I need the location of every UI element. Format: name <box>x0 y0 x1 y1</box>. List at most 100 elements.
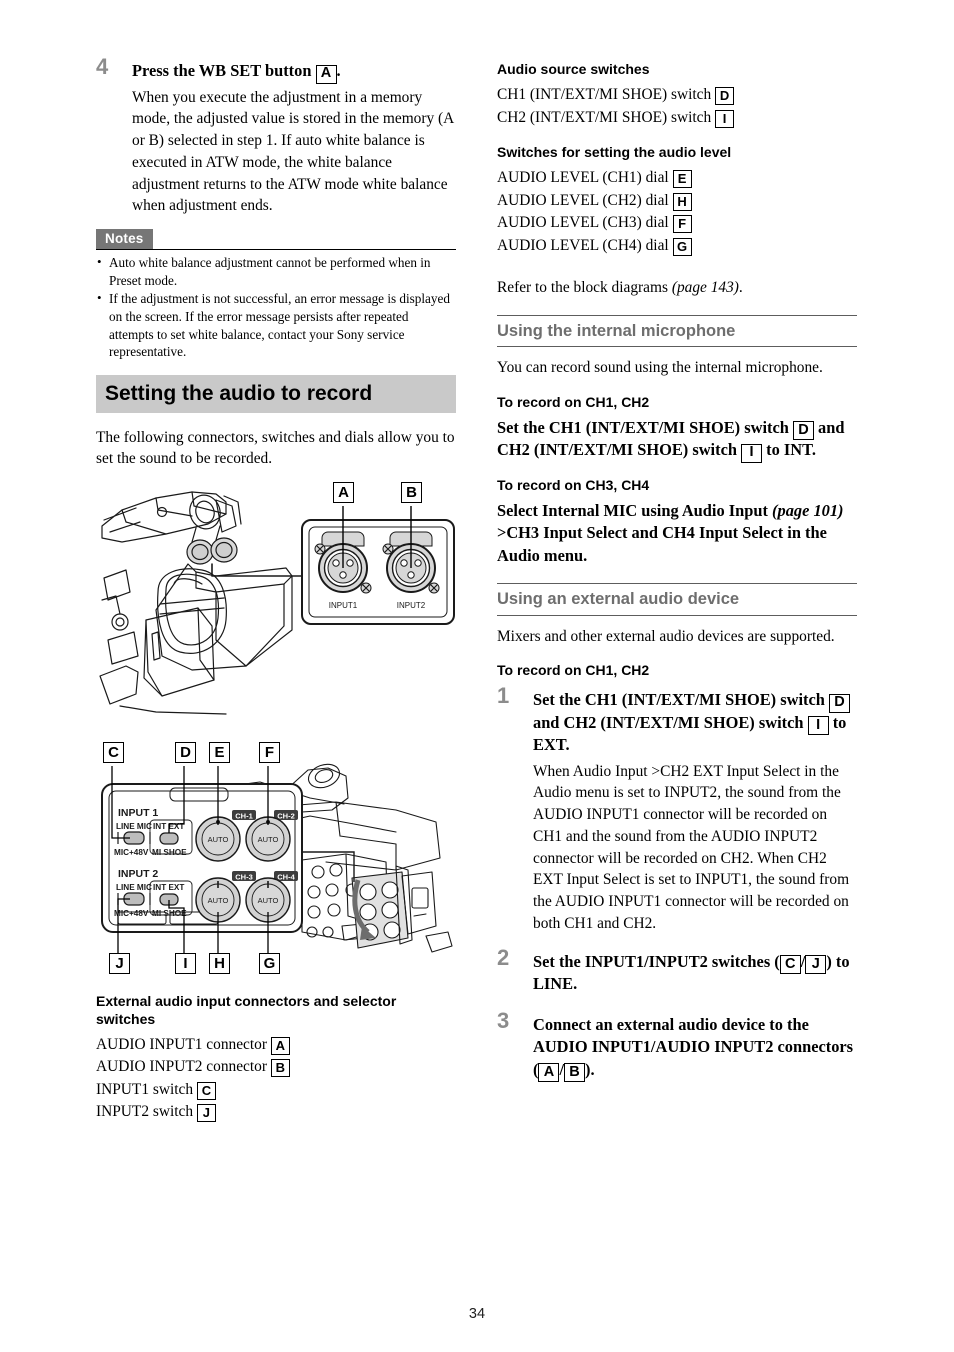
list-item-text: CH2 (INT/EXT/MI SHOE) switch <box>497 108 712 126</box>
list-item: CH1 (INT/EXT/MI SHOE) switch D <box>497 84 857 107</box>
list-item: INPUT1 switch C <box>96 1079 456 1102</box>
step-4-title-prefix: Press the WB SET button <box>132 61 316 80</box>
callout-label: G <box>672 237 692 256</box>
text-part: and CH2 (INT/EXT/MI SHOE) switch <box>533 712 808 732</box>
figure2-callout-c: C <box>103 741 124 763</box>
svg-text:MI SHOE: MI SHOE <box>152 848 187 857</box>
connector-list-heading: External audio input connectors and sele… <box>96 992 397 1027</box>
callout-label: C <box>196 1081 216 1100</box>
xlr-panel: INPUT1 INPUT2 <box>301 505 455 625</box>
callout-label: J <box>196 1104 216 1123</box>
ext-step-1-title: Set the CH1 (INT/EXT/MI SHOE) switch D a… <box>533 689 857 757</box>
internal-mic-sub2-body: Select Internal MIC using Audio Input (p… <box>497 500 857 568</box>
figure2-callout-e: E <box>209 741 230 763</box>
section-heading-setting-audio: Setting the audio to record <box>96 374 456 413</box>
step-4-title-suffix: . <box>336 61 341 80</box>
callout-label: B <box>564 1063 586 1083</box>
svg-text:LINE MIC: LINE MIC <box>116 822 152 831</box>
callout-label: D <box>792 421 814 440</box>
text-part: Set the INPUT1/INPUT2 switches ( <box>533 951 780 971</box>
callout-label: I <box>807 716 829 735</box>
notes-divider <box>96 249 456 251</box>
page-ref: (page 101) <box>772 500 844 520</box>
figure2-callout-g: G <box>259 952 280 974</box>
list-item: AUDIO LEVEL (CH3) dial F <box>497 212 857 235</box>
list-item: INPUT2 switch J <box>96 1101 456 1124</box>
right-column: Audio source switches CH1 (INT/EXT/MI SH… <box>497 60 857 1085</box>
internal-mic-sub2: To record on CH3, CH4 <box>497 476 650 493</box>
panel-label-input2: INPUT 2 <box>118 868 158 880</box>
text-part: to INT. <box>762 440 816 459</box>
step-number: 2 <box>497 944 510 970</box>
callout-label: D <box>828 693 850 713</box>
list-item: AUDIO INPUT1 connector A <box>96 1034 456 1057</box>
svg-text:CH-3: CH-3 <box>235 872 253 881</box>
step-4-title: Press the WB SET button A. <box>132 60 456 84</box>
refer-line: Refer to the block diagrams (page 143). <box>497 277 857 299</box>
svg-text:LINE MIC: LINE MIC <box>116 883 152 892</box>
text-part: ). <box>585 1059 595 1079</box>
text-part: >CH3 Input Select and CH4 Input Select i… <box>497 523 827 565</box>
audio-source-heading: Audio source switches <box>497 61 650 77</box>
ext-step-3: 3 Connect an external audio device to th… <box>497 1009 857 1083</box>
svg-text:AUTO: AUTO <box>258 896 279 905</box>
list-item-text: AUDIO INPUT2 connector <box>96 1058 267 1076</box>
callout-label: I <box>741 443 763 463</box>
refer-page-ref: (page 143) <box>671 279 739 296</box>
callout-label: F <box>672 215 692 233</box>
svg-text:CH-4: CH-4 <box>277 872 295 881</box>
figure-2-illustration: INPUT 1 LINE MIC MIC+48V INT EXT MI SHOE… <box>101 763 453 954</box>
ext-step-1-body: When Audio Input >CH2 EXT Input Select i… <box>533 762 850 933</box>
connector-label-input2: INPUT2 <box>397 601 426 610</box>
figure2-callout-h: H <box>209 952 230 974</box>
heading-external-audio-device: Using an external audio device <box>497 583 857 616</box>
connector-list-block: External audio input connectors and sele… <box>96 992 456 1124</box>
svg-text:AUTO: AUTO <box>208 835 229 844</box>
figure2-callout-j: J <box>109 952 130 974</box>
figure-camera-inputs: INPUT1 INPUT2 A B <box>96 480 456 728</box>
callout-label: C <box>779 955 801 975</box>
audio-level-list: AUDIO LEVEL (CH1) dial E AUDIO LEVEL (CH… <box>497 167 857 257</box>
notes-badge: Notes <box>96 229 153 250</box>
figure2-callout-f: F <box>259 741 280 763</box>
refer-prefix: Refer to the block diagrams <box>497 279 672 296</box>
figure2-callout-i: I <box>175 952 196 974</box>
audio-level-heading: Switches for setting the audio level <box>497 144 732 160</box>
list-item: AUDIO INPUT2 connector B <box>96 1056 456 1079</box>
ext-step-1: 1 Set the CH1 (INT/EXT/MI SHOE) switch D… <box>497 685 857 935</box>
connector-label-input1: INPUT1 <box>329 601 358 610</box>
list-item: AUDIO LEVEL (CH1) dial E <box>497 167 857 190</box>
list-item-text: INPUT1 switch <box>96 1080 194 1098</box>
callout-label: I <box>715 109 735 128</box>
section-intro: The following connectors, switches and d… <box>96 428 455 468</box>
callout-label: A <box>270 1036 290 1055</box>
callout-label: D <box>715 87 735 105</box>
notes-list: Auto white balance adjustment cannot be … <box>96 253 456 361</box>
text-part: Select Internal MIC using Audio Input <box>497 500 773 520</box>
list-item-text: AUDIO INPUT1 connector <box>96 1035 267 1053</box>
ext-step-3-title: Connect an external audio device to the … <box>533 1014 857 1083</box>
heading-internal-microphone: Using the internal microphone <box>497 314 857 347</box>
list-item-text: INPUT2 switch <box>96 1103 194 1121</box>
step-number: 3 <box>497 1007 510 1033</box>
step-number: 1 <box>497 683 510 708</box>
svg-text:MIC+48V: MIC+48V <box>114 848 149 857</box>
external-device-intro: Mixers and other external audio devices … <box>497 627 835 645</box>
document-page: 4 Press the WB SET button A. When you ex… <box>0 0 954 1352</box>
figure-audio-panel: INPUT 1 LINE MIC MIC+48V INT EXT MI SHOE… <box>96 740 461 980</box>
list-item-text: AUDIO LEVEL (CH4) dial <box>497 236 669 254</box>
ext-step-2-title: Set the INPUT1/INPUT2 switches (C / J) to … <box>533 951 857 996</box>
list-item-text: AUDIO LEVEL (CH1) dial <box>497 169 669 186</box>
svg-text:INT EXT: INT EXT <box>153 883 184 892</box>
callout-label: J <box>805 955 827 975</box>
svg-text:CH-1: CH-1 <box>235 811 253 820</box>
internal-mic-intro: You can record sound using the internal … <box>497 359 823 376</box>
list-item-text: CH1 (INT/EXT/MI SHOE) switch <box>497 86 712 103</box>
list-item: AUDIO LEVEL (CH4) dial G <box>497 235 857 258</box>
step-4-body: When you execute the adjustment in a mem… <box>132 88 454 215</box>
panel-label-input1: INPUT 1 <box>118 807 158 819</box>
figure-1-illustration: INPUT1 INPUT2 <box>99 491 455 715</box>
step-number: 4 <box>96 54 109 79</box>
connector-list: AUDIO INPUT1 connector A AUDIO INPUT2 co… <box>96 1034 456 1124</box>
callout-label: H <box>672 192 692 211</box>
